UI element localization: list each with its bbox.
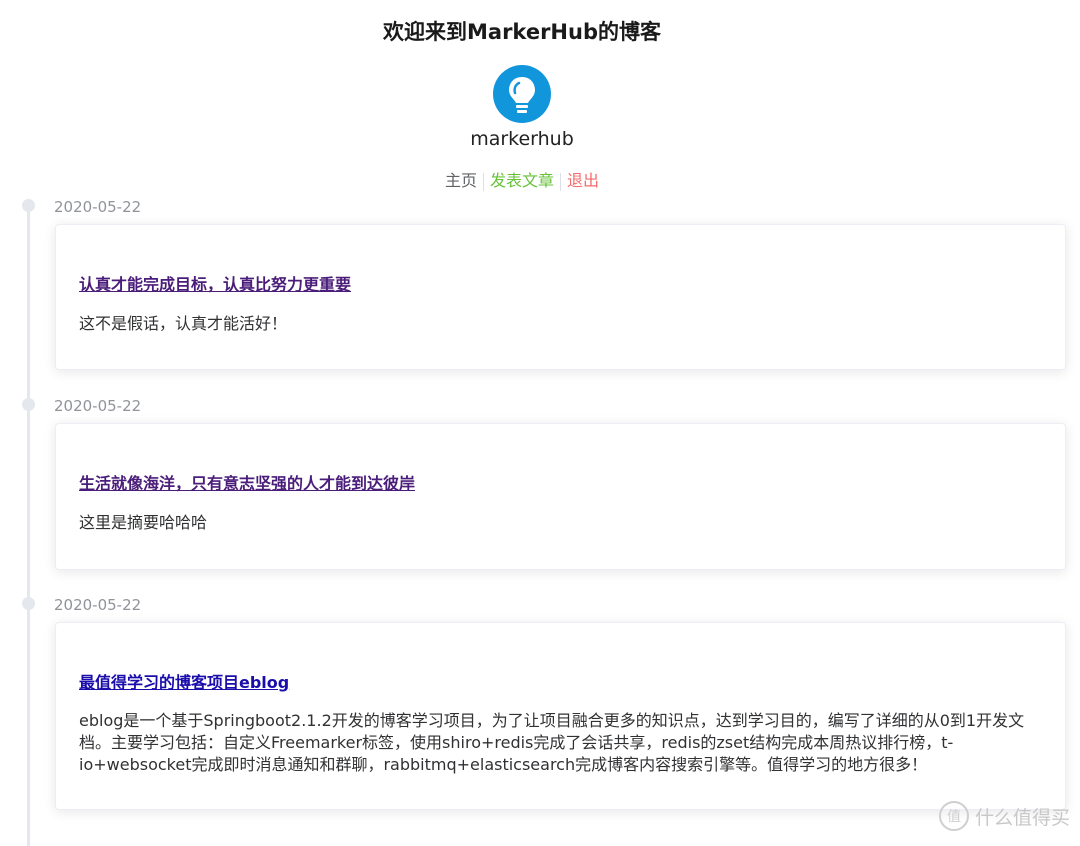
nav-logout-link[interactable]: 退出: [561, 167, 605, 191]
nav-bar: 主页 发表文章 退出: [0, 167, 1044, 191]
timeline-dot: [22, 597, 35, 610]
timeline-date: 2020-05-22: [54, 397, 142, 415]
blog-card: 生活就像海洋，只有意志坚强的人才能到达彼岸 这里是摘要哈哈哈: [55, 423, 1066, 570]
timeline-dot: [22, 199, 35, 212]
timeline-date: 2020-05-22: [54, 198, 142, 216]
watermark: 值 什么值得买: [938, 801, 1070, 831]
watermark-logo-icon: 值: [938, 801, 969, 831]
blog-description: 这不是假话，认真才能活好！: [79, 314, 288, 333]
blog-title-link[interactable]: 最值得学习的博客项目eblog: [79, 669, 289, 693]
blog-title-link[interactable]: 认真才能完成目标，认真比努力更重要: [79, 271, 351, 295]
page-title: 欢迎来到MarkerHub的博客: [383, 20, 661, 44]
timeline-line: [27, 206, 30, 846]
timeline-dot: [22, 398, 35, 411]
blog-title-link[interactable]: 生活就像海洋，只有意志坚强的人才能到达彼岸: [79, 470, 415, 494]
blog-card: 最值得学习的博客项目eblog eblog是一个基于Springboot2.1.…: [55, 622, 1066, 810]
blog-description: eblog是一个基于Springboot2.1.2开发的博客学习项目，为了让项目…: [79, 711, 1025, 774]
avatar[interactable]: [493, 65, 551, 123]
username: markerhub: [470, 128, 574, 150]
nav-post-link[interactable]: 发表文章: [484, 167, 560, 191]
watermark-text: 什么值得买: [974, 806, 1070, 829]
blog-description: 这里是摘要哈哈哈: [79, 513, 208, 532]
nav-home-link[interactable]: 主页: [439, 167, 483, 191]
blog-card: 认真才能完成目标，认真比努力更重要 这不是假话，认真才能活好！: [55, 224, 1066, 370]
timeline-date: 2020-05-22: [54, 596, 142, 614]
